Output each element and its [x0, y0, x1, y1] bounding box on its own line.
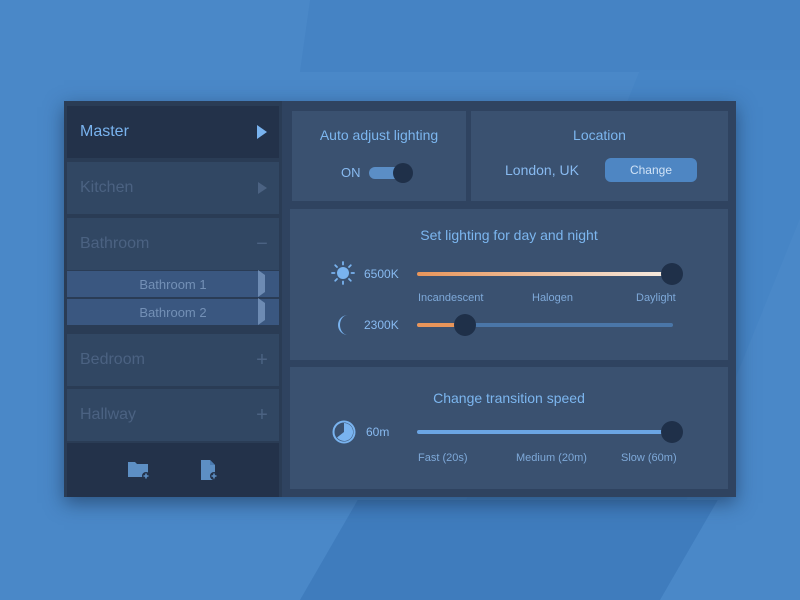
sidebar-subitem-bathroom-1[interactable]: Bathroom 1: [67, 270, 279, 297]
background-shape: [300, 500, 718, 600]
expand-plus-icon: +: [256, 349, 268, 371]
scale-label-fast: Fast (20s): [418, 452, 468, 464]
sidebar-item-bedroom[interactable]: Bedroom +: [67, 334, 279, 388]
sidebar-item-label: Bedroom: [80, 351, 145, 368]
sidebar-footer: [67, 443, 279, 497]
auto-adjust-title: Auto adjust lighting: [319, 127, 439, 143]
background-shape: [299, 0, 800, 72]
expand-plus-icon: +: [256, 404, 268, 426]
lighting-control-panel: Master Kitchen Bathroom − Bathroom 1 Bat…: [64, 101, 736, 497]
collapse-minus-icon: −: [256, 233, 268, 255]
toggle-state-label: ON: [341, 165, 361, 180]
sun-icon: [331, 261, 355, 290]
sidebar-item-bathroom[interactable]: Bathroom −: [67, 218, 279, 272]
location-title: Location: [573, 127, 626, 143]
night-temperature-knob[interactable]: [454, 314, 476, 336]
sidebar-subitem-label: Bathroom 2: [139, 304, 207, 320]
sidebar-item-label: Bathroom: [80, 235, 150, 252]
chevron-right-icon: [255, 181, 269, 195]
transition-speed-value: 60m: [366, 425, 390, 439]
clock-icon: [332, 420, 356, 449]
day-temperature-track[interactable]: [417, 272, 673, 276]
day-temperature-knob[interactable]: [661, 263, 683, 285]
transition-speed-track[interactable]: [417, 430, 673, 434]
auto-adjust-card: Auto adjust lighting ON: [292, 111, 466, 201]
change-location-button[interactable]: Change: [605, 158, 697, 182]
transition-card: Change transition speed 60m Fast (20s) M…: [290, 367, 728, 489]
lighting-title: Set lighting for day and night: [420, 227, 598, 243]
transition-speed-knob[interactable]: [661, 421, 683, 443]
toggle-knob: [393, 163, 413, 183]
sidebar-item-kitchen[interactable]: Kitchen: [67, 162, 279, 216]
location-card: Location London, UK Change: [471, 111, 728, 201]
night-temperature-value: 2300K: [364, 318, 399, 332]
scale-label-medium: Medium (20m): [516, 452, 587, 464]
moon-icon: [334, 314, 354, 341]
sidebar-subitem-label: Bathroom 1: [139, 276, 207, 292]
sidebar-item-label: Hallway: [80, 406, 137, 423]
sidebar-item-label: Kitchen: [80, 179, 134, 196]
scale-label-slow: Slow (60m): [621, 452, 677, 464]
sidebar-item-master[interactable]: Master: [67, 106, 279, 160]
chevron-right-icon: [255, 125, 269, 139]
sidebar-item-label: Master: [80, 123, 129, 140]
auto-adjust-toggle[interactable]: [369, 163, 413, 183]
scale-label-incandescent: Incandescent: [418, 292, 484, 304]
scale-label-daylight: Daylight: [636, 292, 676, 304]
sidebar-subitem-bathroom-2[interactable]: Bathroom 2: [67, 298, 279, 325]
chevron-right-icon: [258, 298, 265, 325]
location-value: London, UK: [505, 162, 579, 178]
lighting-card: Set lighting for day and night 6500K Inc…: [290, 209, 728, 360]
scale-label-halogen: Halogen: [532, 292, 573, 304]
sidebar-item-hallway[interactable]: Hallway +: [67, 389, 279, 443]
file-add-icon[interactable]: [197, 459, 221, 481]
chevron-right-icon: [258, 270, 265, 297]
transition-title: Change transition speed: [433, 390, 585, 406]
room-sidebar: Master Kitchen Bathroom − Bathroom 1 Bat…: [64, 101, 282, 497]
folder-add-icon[interactable]: [127, 459, 151, 481]
day-temperature-value: 6500K: [364, 267, 399, 281]
